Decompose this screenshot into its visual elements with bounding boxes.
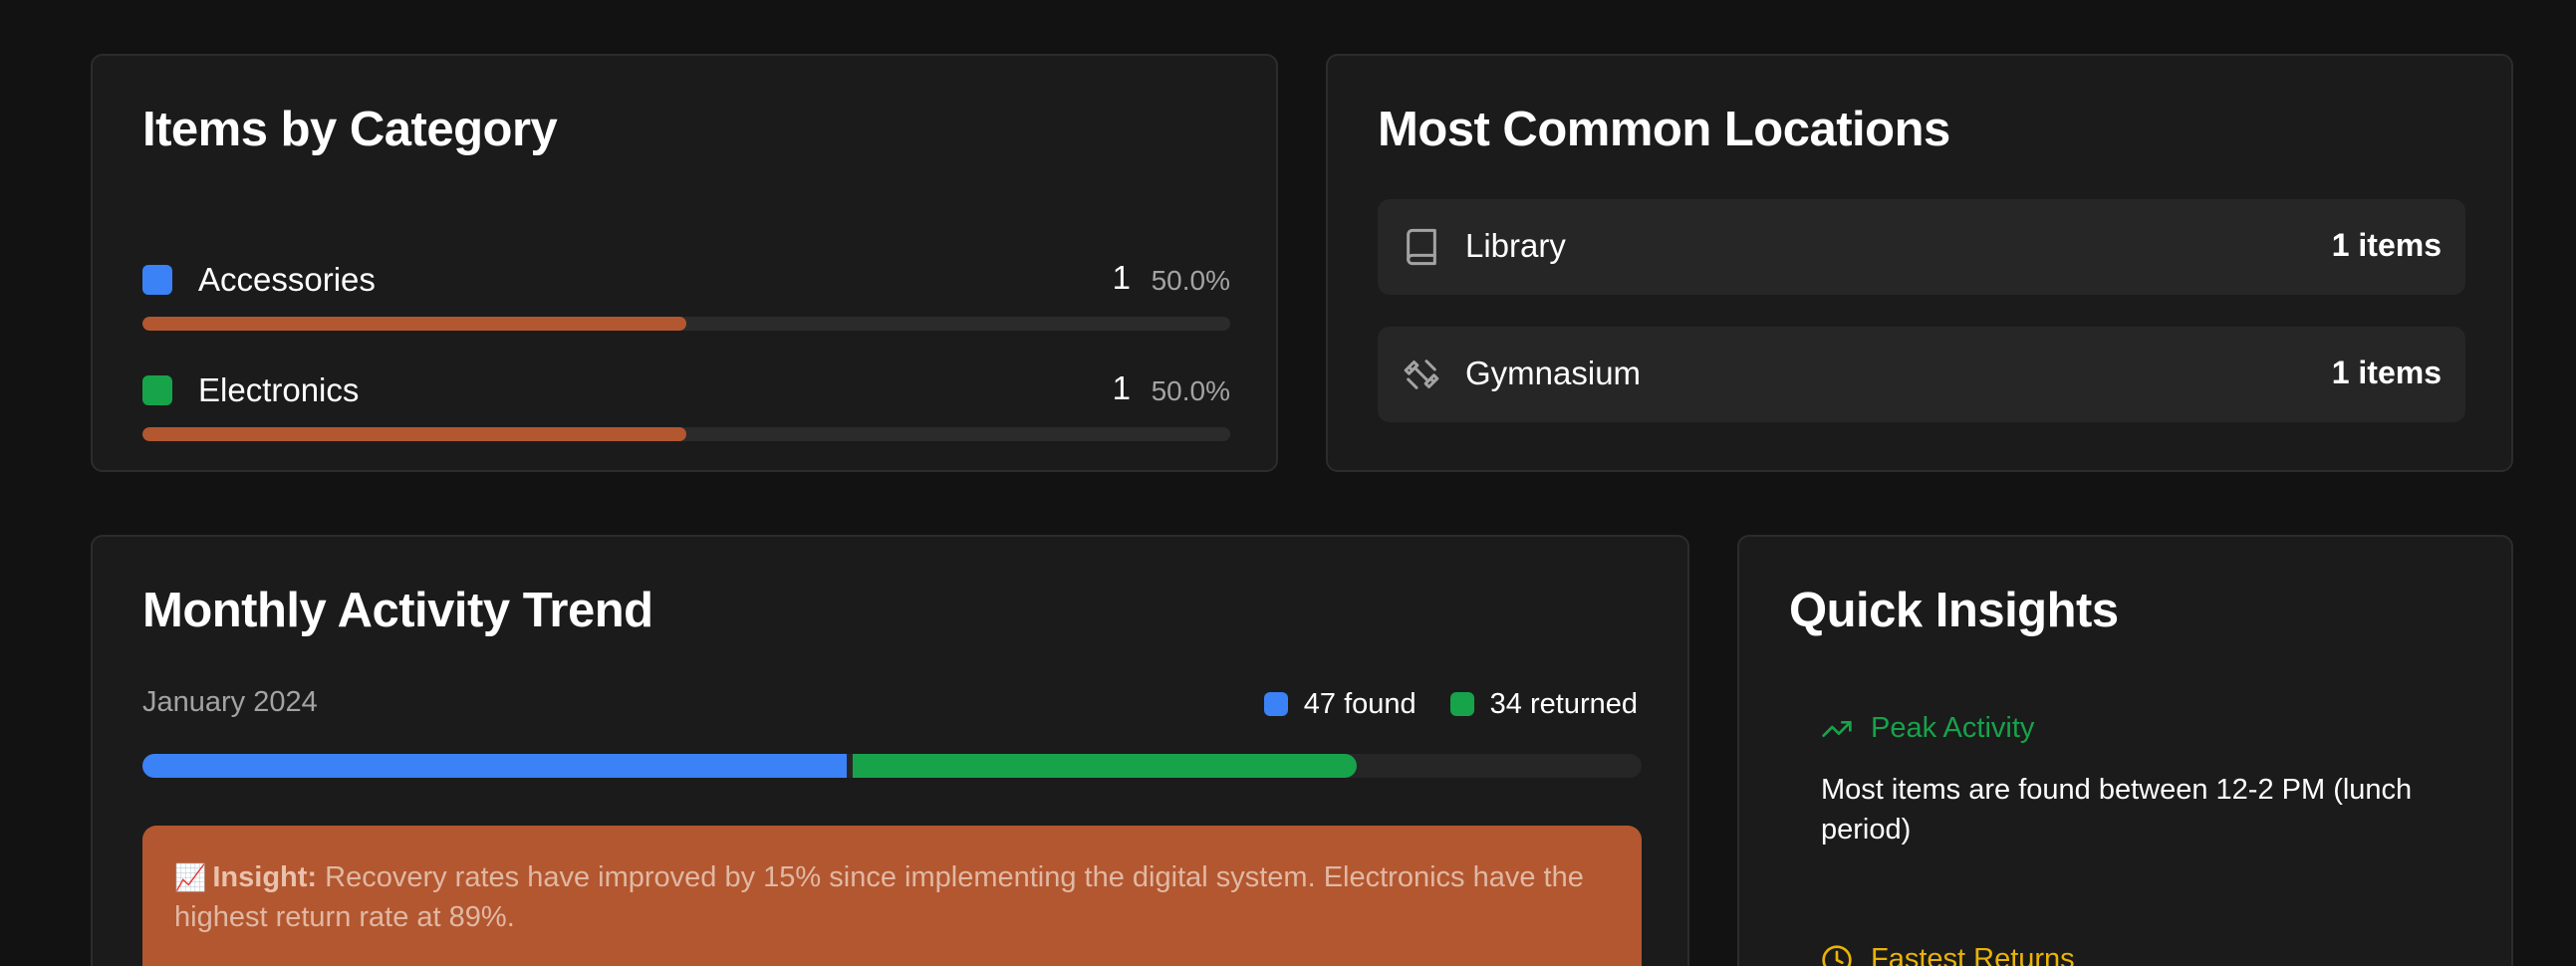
monthly-activity-trend-card: Monthly Activity Trend January 2024 47 f… [91,535,1689,966]
location-name: Library [1465,227,1566,264]
legend-returned: 34 returned [1449,687,1638,721]
category-percent: 50.0% [1151,265,1230,296]
category-row-accessories: Accessories 1 50.0% [142,259,1230,343]
category-color-swatch [142,375,172,405]
quick-insights-card: Quick Insights Peak Activity Most items … [1737,535,2513,966]
month-label: January 2024 [142,686,318,718]
category-name: Accessories [198,261,376,298]
category-count: 1 [1112,369,1131,406]
insight-title: Peak Activity [1871,712,2035,744]
insight-fastest-returns: Fastest Returns [1821,943,2075,966]
category-progress-track [142,427,1230,441]
location-count: 1 items [2331,227,2442,263]
category-percent: 50.0% [1151,375,1230,406]
found-legend-dot [1263,692,1288,716]
category-progress-fill [142,427,686,441]
monthly-activity-trend-title: Monthly Activity Trend [142,584,653,637]
clock-icon [1822,944,1852,966]
most-common-locations-title: Most Common Locations [1378,103,1950,156]
category-name: Electronics [198,371,360,408]
returned-legend-dot [1449,692,1474,716]
returned-bar-segment [853,754,1357,778]
activity-bar-track [142,754,1642,778]
chart-increasing-icon: 📈 [174,862,207,892]
most-common-locations-card: Most Common Locations Library 1 items Gy… [1326,54,2513,472]
location-name: Gymnasium [1465,355,1642,391]
location-row-library[interactable]: Library 1 items [1378,199,2465,295]
insight-description: Most items are found between 12-2 PM (lu… [1821,774,2413,845]
category-color-swatch [142,265,172,295]
dumbbell-icon [1402,355,1441,394]
insight-callout: 📈 Insight: Recovery rates have improved b… [142,826,1642,966]
location-row-gymnasium[interactable]: Gymnasium 1 items [1378,327,2465,422]
category-count: 1 [1112,259,1131,296]
category-row-electronics: Electronics 1 50.0% [142,369,1230,453]
category-progress-track [142,317,1230,331]
returned-legend-label: 34 returned [1489,687,1638,720]
insight-peak-activity: Peak Activity [1821,712,2034,745]
found-bar-segment [142,754,847,778]
legend-found: 47 found [1263,687,1417,721]
location-count: 1 items [2331,355,2442,390]
category-progress-fill [142,317,686,331]
items-by-category-card: Items by Category Accessories 1 50.0% El… [91,54,1278,472]
found-legend-label: 47 found [1303,687,1417,720]
book-icon [1402,227,1441,267]
trending-up-icon [1822,720,1852,737]
trend-legend: 47 found 34 returned [1230,686,1638,722]
insight-label: Insight: [212,861,318,893]
quick-insights-title: Quick Insights [1789,584,2119,637]
insight-title: Fastest Returns [1871,943,2075,966]
insight-text: Recovery rates have improved by 15% sinc… [174,861,1584,933]
items-by-category-title: Items by Category [142,103,558,156]
